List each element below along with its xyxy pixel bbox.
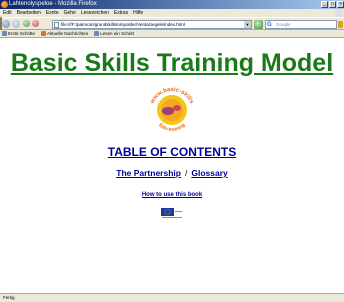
bookmark-item[interactable]: Aktuelle Nachrichten	[41, 30, 88, 37]
howto-row: How to use this book	[0, 192, 344, 198]
partnership-link[interactable]: The Partnership	[116, 168, 181, 178]
bookmark-label: Lesen ein Schritt	[100, 31, 134, 36]
bookmark-item[interactable]: Erste Schritte	[2, 30, 35, 37]
chevron-down-icon[interactable]: ▼	[244, 21, 251, 28]
window-title: Lahtenolyspeloe - Mozilla Firefox	[9, 1, 97, 7]
toc-links: The Partnership / Glossary	[0, 168, 344, 178]
maximize-button[interactable]: □	[329, 1, 336, 8]
menu-item-gehe[interactable]: Gehe	[64, 9, 76, 17]
title-bar: Lahtenolyspeloe - Mozilla Firefox _ □ ×	[0, 0, 344, 9]
bookmark-icon	[94, 31, 100, 36]
minimize-button[interactable]: _	[321, 1, 328, 8]
search-button[interactable]	[338, 21, 343, 28]
search-placeholder: Google	[276, 22, 291, 27]
stop-button[interactable]	[32, 20, 39, 27]
bookmark-label: Aktuelle Nachrichten	[47, 31, 89, 36]
menu-item-bearbeiten[interactable]: Bearbeiten	[17, 9, 41, 17]
menu-bar: Edit Bearbeiten Exnte Gehe Lesezeichen E…	[0, 9, 344, 17]
page-content: Basic Skills Training Model www.basic-sk…	[0, 38, 344, 293]
go-button[interactable]	[254, 20, 263, 29]
forward-button[interactable]	[12, 20, 20, 28]
page-icon	[54, 22, 59, 28]
menu-item-ansicht[interactable]: Exnte	[46, 9, 59, 17]
firefox-icon	[1, 1, 8, 8]
bookmark-icon	[2, 31, 7, 36]
reload-button[interactable]	[23, 20, 30, 27]
howto-link[interactable]: How to use this book	[142, 192, 202, 198]
close-button[interactable]: ×	[337, 1, 344, 8]
url-text: file:///F:/pamrom/grundskills/umpolder/V…	[61, 22, 185, 27]
url-input[interactable]: file:///F:/pamrom/grundskills/umpolder/V…	[52, 20, 252, 29]
toc-heading[interactable]: TABLE OF CONTENTS	[0, 145, 344, 159]
back-button[interactable]	[2, 20, 10, 28]
rss-icon	[41, 31, 47, 36]
google-icon: G	[267, 22, 272, 28]
browser-window: Lahtenolyspeloe - Mozilla Firefox _ □ × …	[0, 0, 344, 302]
status-text: Fertig	[3, 295, 15, 300]
bookmark-item[interactable]: Lesen ein Schritt	[94, 30, 134, 37]
search-input[interactable]: G Google	[265, 20, 337, 29]
bookmark-label: Erste Schritte	[8, 31, 36, 36]
eu-flag-logo	[161, 208, 182, 218]
menu-item-lesezeichen[interactable]: Lesezeichen	[81, 9, 109, 17]
page-title: Basic Skills Training Model	[10, 49, 334, 77]
link-separator: /	[184, 168, 188, 178]
basic-skills-logo: www.basic-skills Edu-training	[149, 87, 194, 133]
menu-item-extras[interactable]: Extras	[114, 9, 128, 17]
menu-item-edit[interactable]: Edit	[3, 9, 12, 17]
menu-item-hilfe[interactable]: Hilfe	[133, 9, 143, 17]
glossary-link[interactable]: Glossary	[191, 168, 227, 178]
bookmarks-toolbar: Erste Schritte Aktuelle Nachrichten Lese…	[0, 30, 344, 38]
navigation-toolbar: file:///F:/pamrom/grundskills/umpolder/V…	[0, 17, 344, 36]
status-bar: Fertig	[0, 293, 344, 302]
window-controls: _ □ ×	[321, 1, 344, 8]
throbber-icon	[335, 9, 343, 17]
